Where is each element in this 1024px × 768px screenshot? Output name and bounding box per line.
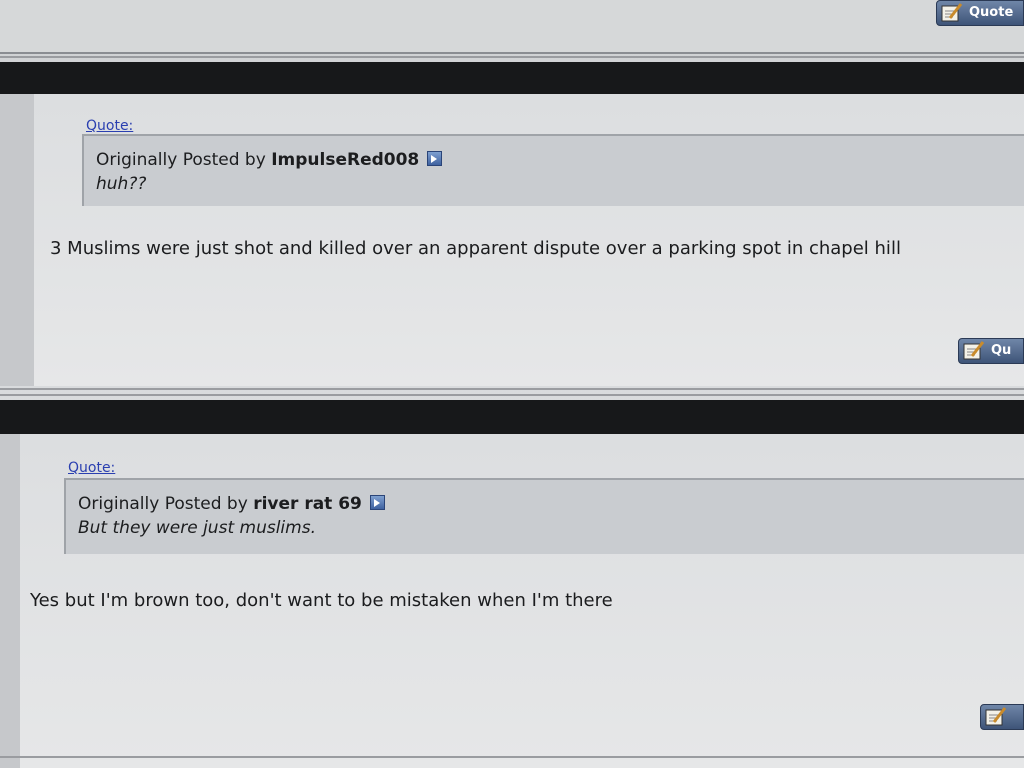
view-post-icon[interactable] [427, 151, 443, 166]
post: Quote: Originally Posted by ImpulseRed00… [0, 94, 1024, 386]
quote-prefix: Originally Posted by [96, 150, 266, 170]
divider-line [0, 756, 1024, 758]
quote-author: river rat 69 [253, 494, 362, 514]
quote-box: Originally Posted by river rat 69 But th… [64, 478, 1024, 554]
previous-post-footer: Quote [0, 0, 1024, 54]
post-header-bar [0, 62, 1024, 94]
quote-button[interactable]: Qu [958, 338, 1024, 364]
post-left-rail [0, 94, 34, 386]
divider-line [0, 388, 1024, 390]
forum-thread-screen: Quote Quote: Originally Posted by Impuls… [0, 0, 1024, 768]
quote-attribution: Originally Posted by ImpulseRed008 [96, 150, 1024, 170]
quote-prefix: Originally Posted by [78, 494, 248, 514]
quote-button-label: Quote [969, 5, 1014, 20]
pencil-quote-icon [941, 3, 963, 22]
pencil-quote-icon [963, 341, 985, 360]
quote-author: ImpulseRed008 [271, 150, 420, 170]
post: Quote: Originally Posted by river rat 69… [0, 434, 1024, 768]
quote-button-label: Qu [991, 343, 1012, 358]
post-header-bar [0, 400, 1024, 434]
post-body: 3 Muslims were just shot and killed over… [50, 238, 901, 259]
divider-line [0, 56, 1024, 58]
quoted-text: huh?? [96, 174, 147, 194]
view-post-icon[interactable] [369, 495, 385, 510]
divider-line [0, 394, 1024, 396]
post-left-rail [0, 434, 20, 768]
quote-button[interactable] [980, 704, 1024, 730]
quoted-text: But they were just muslims. [78, 518, 316, 538]
quote-link[interactable]: Quote: [68, 460, 115, 476]
quote-attribution: Originally Posted by river rat 69 [78, 494, 1024, 514]
post-body: Yes but I'm brown too, don't want to be … [30, 590, 613, 611]
pencil-quote-icon [985, 707, 1007, 726]
quote-link[interactable]: Quote: [86, 118, 133, 134]
quote-box: Originally Posted by ImpulseRed008 huh?? [82, 134, 1024, 206]
quote-button-top[interactable]: Quote [936, 0, 1024, 26]
